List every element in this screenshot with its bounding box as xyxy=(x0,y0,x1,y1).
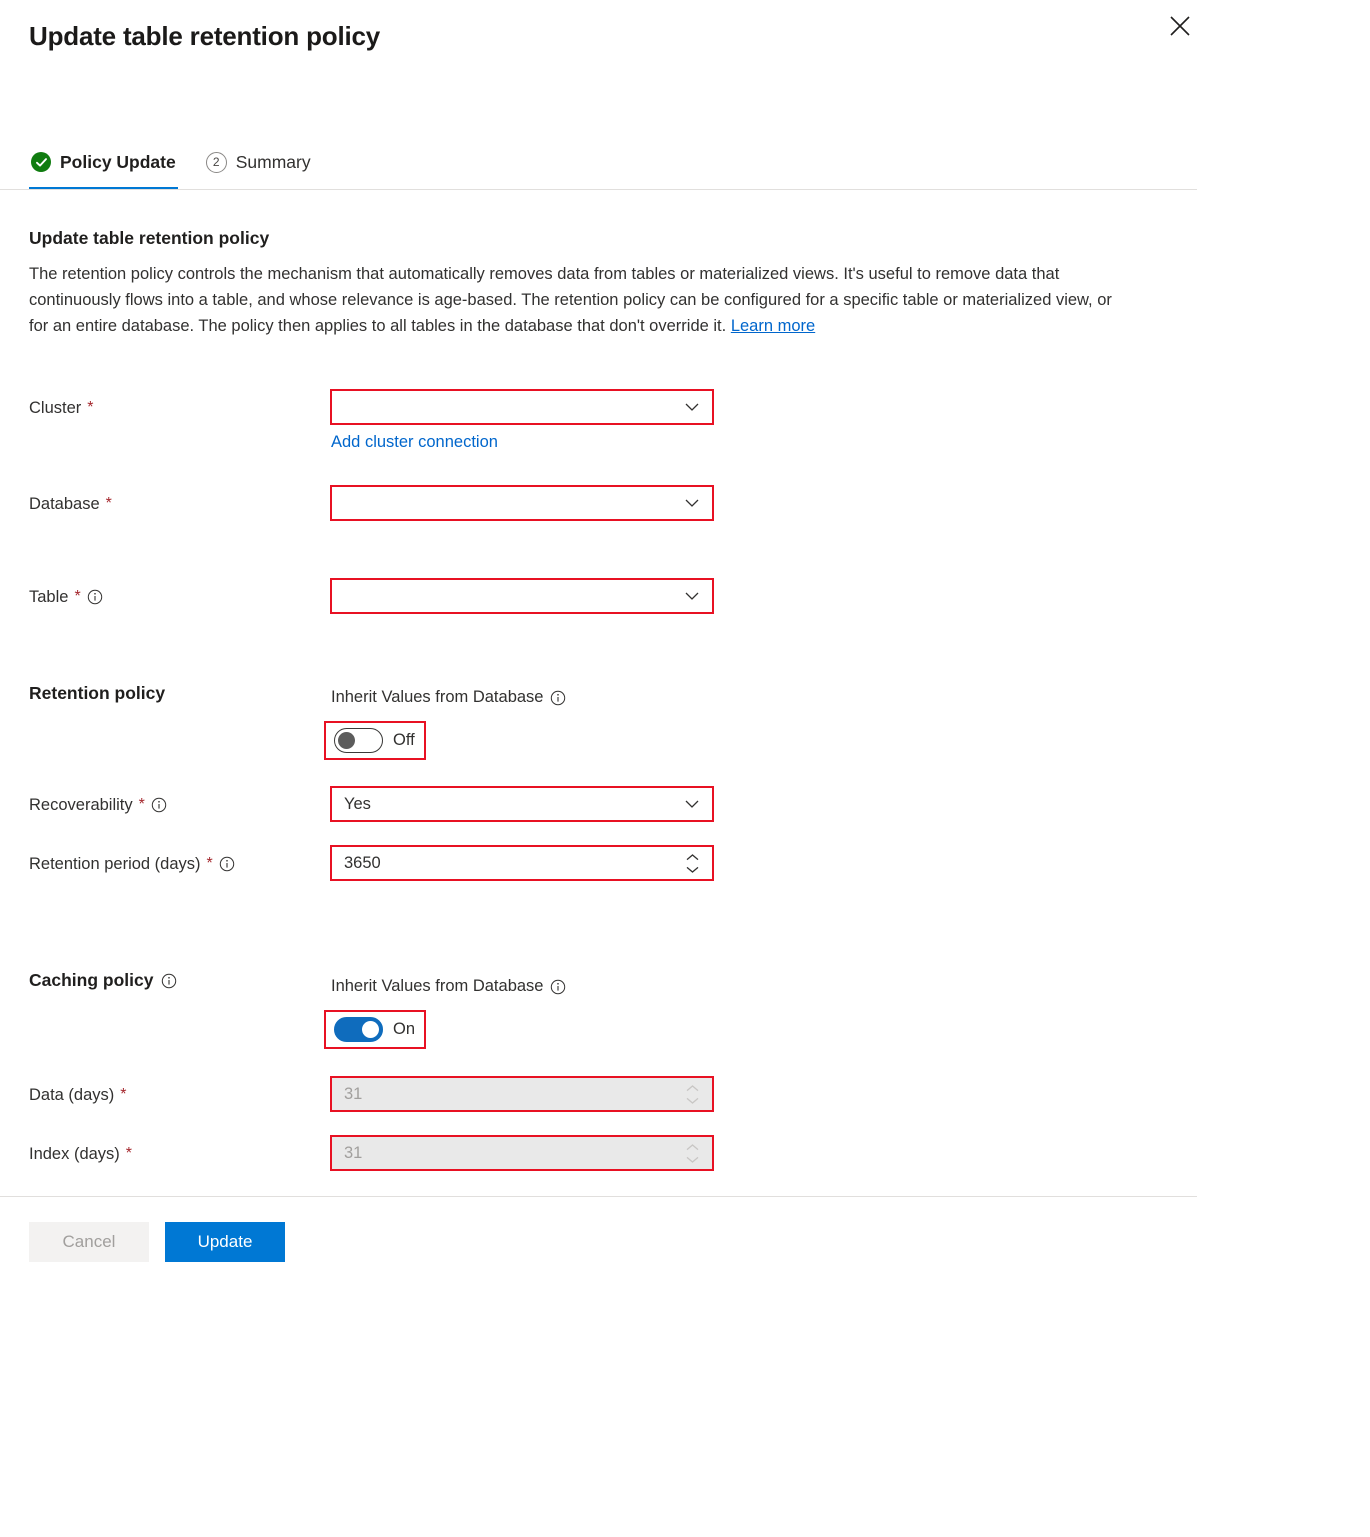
cancel-button[interactable]: Cancel xyxy=(29,1222,149,1262)
caching-policy-heading-text: Caching policy xyxy=(29,970,154,990)
caching-inherit-toggle[interactable]: On xyxy=(324,1010,427,1049)
cluster-label: Cluster * xyxy=(29,391,94,425)
section-description-text: The retention policy controls the mechan… xyxy=(29,265,1112,335)
chevron-down-icon xyxy=(684,495,700,511)
data-days-label: Data (days) * xyxy=(29,1078,127,1112)
learn-more-link[interactable]: Learn more xyxy=(731,317,815,335)
retention-policy-heading: Retention policy xyxy=(29,683,165,704)
spinner-arrows xyxy=(686,1143,700,1163)
chevron-up-icon xyxy=(686,1143,699,1150)
caching-inherit-toggle-state: On xyxy=(393,1020,416,1039)
chevron-down-icon xyxy=(686,1156,699,1163)
caching-policy-heading: Caching policy xyxy=(29,970,177,991)
form-row-retention-period: Retention period (days) * 3650 xyxy=(29,845,1169,881)
check-glyph xyxy=(35,157,47,167)
data-days-required-asterisk: * xyxy=(120,1086,127,1103)
index-days-label-text: Index (days) xyxy=(29,1145,120,1163)
close-icon[interactable] xyxy=(1162,8,1198,44)
table-label: Table * xyxy=(29,580,103,614)
retention-period-label-text: Retention period (days) xyxy=(29,855,201,873)
recoverability-label: Recoverability * xyxy=(29,788,167,822)
wizard-tabs: Policy Update 2 Summary xyxy=(29,140,313,190)
data-days-label-text: Data (days) xyxy=(29,1086,115,1104)
retention-inherit-label: Inherit Values from Database xyxy=(331,688,566,707)
table-label-text: Table xyxy=(29,588,69,606)
info-icon[interactable] xyxy=(161,973,177,989)
add-cluster-connection-link[interactable]: Add cluster connection xyxy=(331,433,498,452)
close-glyph xyxy=(1170,16,1190,36)
retention-period-spinner[interactable]: 3650 xyxy=(330,845,714,881)
spinner-arrows xyxy=(686,1084,700,1104)
database-required-asterisk: * xyxy=(105,495,112,512)
info-icon[interactable] xyxy=(550,690,566,706)
tabs-divider xyxy=(0,189,1197,190)
retention-period-required-asterisk: * xyxy=(206,855,213,872)
recoverability-label-text: Recoverability xyxy=(29,796,133,814)
check-circle-icon xyxy=(31,152,51,172)
chevron-down-icon xyxy=(686,1097,699,1104)
recoverability-select-value: Yes xyxy=(344,794,371,813)
data-days-input: 31 xyxy=(344,1084,363,1103)
form-row-recoverability: Recoverability * Yes xyxy=(29,786,1169,822)
retention-policy-heading-text: Retention policy xyxy=(29,683,166,703)
retention-period-label: Retention period (days) * xyxy=(29,847,235,881)
info-icon[interactable] xyxy=(550,979,566,995)
tab-summary[interactable]: 2 Summary xyxy=(204,140,313,184)
tab-policy-update[interactable]: Policy Update xyxy=(29,140,178,190)
step-number-badge: 2 xyxy=(205,151,227,173)
cluster-label-text: Cluster xyxy=(29,399,82,417)
form-row-data-days: Data (days) * 31 xyxy=(29,1076,1169,1112)
cluster-required-asterisk: * xyxy=(87,399,94,416)
chevron-down-icon xyxy=(684,796,700,812)
chevron-down-icon xyxy=(684,588,700,604)
retention-inherit-toggle-state: Off xyxy=(393,731,415,750)
table-select[interactable] xyxy=(330,578,714,614)
recoverability-required-asterisk: * xyxy=(138,796,145,813)
footer-divider xyxy=(0,1196,1197,1197)
toggle-switch-off[interactable] xyxy=(334,728,383,753)
caching-inherit-label: Inherit Values from Database xyxy=(331,977,566,996)
caching-inherit-label-text: Inherit Values from Database xyxy=(331,977,544,995)
retention-period-input[interactable]: 3650 xyxy=(344,854,686,873)
form-row-index-days: Index (days) * 31 xyxy=(29,1135,1169,1171)
index-days-required-asterisk: * xyxy=(125,1145,133,1162)
form-row-database: Database * xyxy=(29,485,1169,521)
cluster-select[interactable] xyxy=(330,389,714,425)
chevron-up-icon[interactable] xyxy=(686,853,699,861)
database-select[interactable] xyxy=(330,485,714,521)
form-row-table: Table * xyxy=(29,578,1169,614)
index-days-label: Index (days) * xyxy=(29,1137,132,1171)
table-required-asterisk: * xyxy=(74,588,81,605)
retention-inherit-toggle[interactable]: Off xyxy=(324,721,426,760)
database-label: Database * xyxy=(29,487,112,521)
retention-inherit-label-text: Inherit Values from Database xyxy=(331,688,544,706)
info-icon[interactable] xyxy=(151,797,167,813)
data-days-spinner: 31 xyxy=(330,1076,714,1112)
info-icon[interactable] xyxy=(219,856,235,872)
index-days-spinner: 31 xyxy=(330,1135,714,1171)
chevron-down-icon xyxy=(684,399,700,415)
recoverability-select[interactable]: Yes xyxy=(330,786,714,822)
database-label-text: Database xyxy=(29,495,100,513)
page-title: Update table retention policy xyxy=(29,21,381,51)
section-heading: Update table retention policy xyxy=(29,228,270,248)
section-description: The retention policy controls the mechan… xyxy=(29,261,1129,339)
update-button[interactable]: Update xyxy=(165,1222,285,1262)
toggle-switch-on[interactable] xyxy=(334,1017,383,1042)
form-row-cluster: Cluster * xyxy=(29,389,1169,425)
info-icon[interactable] xyxy=(87,589,103,605)
spinner-arrows[interactable] xyxy=(686,853,700,873)
tab-summary-label: Summary xyxy=(235,151,311,172)
chevron-up-icon xyxy=(686,1084,699,1091)
index-days-input: 31 xyxy=(344,1143,363,1162)
chevron-down-icon[interactable] xyxy=(686,866,699,873)
tab-policy-update-label: Policy Update xyxy=(60,151,176,172)
dialog-footer: Cancel Update xyxy=(29,1222,285,1262)
